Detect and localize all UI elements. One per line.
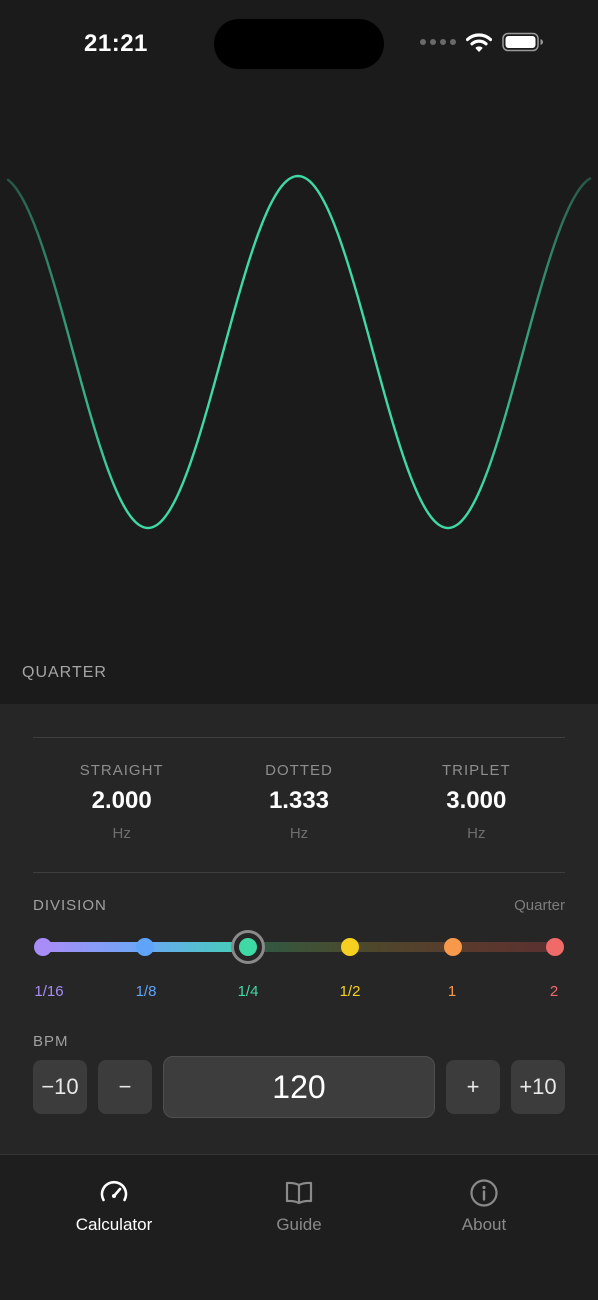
status-bar: 21:21 (0, 0, 598, 90)
status-time: 21:21 (84, 30, 148, 57)
division-tick-labels: 1/16 1/8 1/4 1/2 1 2 (33, 983, 565, 1003)
tab-label: Calculator (75, 1215, 153, 1234)
control-panel: STRAIGHT 2.000 Hz DOTTED 1.333 Hz TRIPLE… (0, 704, 598, 1154)
tab-bar: Calculator Guide About (0, 1154, 598, 1300)
division-current-value: Quarter (514, 897, 565, 914)
rate-unit: Hz (112, 825, 131, 842)
bpm-minus-10-button[interactable]: −10 (33, 1060, 87, 1114)
dynamic-island (214, 19, 384, 69)
division-label: DIVISION (33, 897, 107, 914)
rate-dotted: DOTTED 1.333 Hz (210, 762, 387, 842)
bpm-minus-1-button[interactable]: − (98, 1060, 152, 1114)
divider (33, 737, 565, 738)
cellular-signal-icon (420, 39, 456, 45)
slider-track (43, 942, 555, 952)
rate-readouts: STRAIGHT 2.000 Hz DOTTED 1.333 Hz TRIPLE… (33, 762, 565, 842)
bpm-controls: −10 − 120 + +10 (33, 1056, 565, 1118)
division-stop-1-4[interactable] (230, 930, 265, 964)
divider (33, 872, 565, 873)
bpm-value-field[interactable]: 120 (163, 1056, 435, 1118)
tab-about[interactable]: About (414, 1177, 554, 1235)
rate-straight: STRAIGHT 2.000 Hz (33, 762, 210, 842)
tick-label-1-8[interactable]: 1/8 (136, 983, 157, 1000)
division-stop-1-8[interactable] (136, 938, 155, 956)
division-stop-2[interactable] (546, 938, 564, 956)
bpm-plus-10-button[interactable]: +10 (511, 1060, 565, 1114)
bpm-label: BPM (33, 1033, 69, 1050)
wifi-icon (466, 33, 492, 52)
book-icon (283, 1177, 315, 1209)
rate-label: DOTTED (265, 762, 333, 779)
gauge-icon (98, 1177, 130, 1209)
tab-guide[interactable]: Guide (229, 1177, 369, 1235)
status-indicators (420, 32, 544, 52)
tab-label: About (461, 1215, 507, 1234)
tick-label-1[interactable]: 1 (448, 983, 456, 1000)
division-stop-1-2[interactable] (341, 938, 360, 956)
rate-value: 3.000 (446, 787, 507, 814)
bpm-plus-1-button[interactable]: + (446, 1060, 500, 1114)
rate-label: STRAIGHT (79, 762, 164, 779)
tab-label: Guide (276, 1215, 322, 1234)
tick-label-1-4[interactable]: 1/4 (238, 983, 259, 1000)
rate-unit: Hz (289, 825, 309, 842)
info-icon (468, 1177, 500, 1209)
division-stop-1-16[interactable] (34, 938, 52, 956)
division-stop-1[interactable] (443, 938, 462, 956)
rate-value: 2.000 (91, 787, 152, 814)
rate-label: TRIPLET (441, 762, 511, 779)
rate-value: 1.333 (268, 787, 330, 814)
tick-label-1-2[interactable]: 1/2 (340, 983, 361, 1000)
division-slider[interactable] (33, 930, 565, 964)
division-header: DIVISION Quarter (33, 897, 565, 914)
tick-label-2[interactable]: 2 (550, 983, 558, 1000)
rate-triplet: TRIPLET 3.000 Hz (388, 762, 565, 842)
battery-icon (502, 32, 543, 52)
lfo-visualizer: QUARTER (0, 90, 598, 704)
tick-label-1-16[interactable]: 1/16 (34, 983, 63, 1000)
division-caption: QUARTER (22, 664, 107, 681)
slider-track-inactive (247, 942, 555, 952)
lfo-wave (6, 174, 592, 530)
slider-thumb[interactable] (238, 938, 257, 956)
tab-calculator[interactable]: Calculator (44, 1177, 184, 1235)
rate-unit: Hz (467, 825, 486, 842)
